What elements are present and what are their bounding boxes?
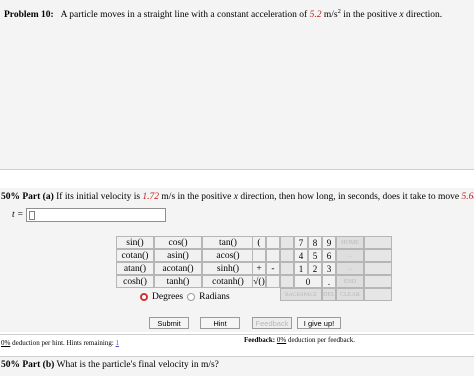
part-a-label: 50% Part (a) [1,192,54,202]
degrees-label: Degrees [152,292,184,302]
axis-label: x [399,10,404,20]
key-2[interactable]: 2 [308,262,322,275]
radians-label: Radians [199,292,230,302]
key-0[interactable]: 0 [294,275,322,288]
part-a-text3: direction, then how long, in seconds, do… [240,192,460,202]
problem-label: Problem 10: [4,10,54,20]
part-a-text1: If its initial velocity is [56,192,141,202]
left-arrow-button[interactable]: ← [336,249,364,262]
home-button[interactable]: HOME [336,236,364,249]
asin-button[interactable]: asin() [154,249,202,262]
cotan-button[interactable]: cotan() [116,249,154,262]
sqrt-button[interactable]: √() [252,275,266,288]
hints-remaining: 1 [115,339,120,347]
part-a-question: 50% Part (a) If its initial velocity is … [1,192,474,202]
close-paren-button[interactable] [266,236,280,249]
hint-button[interactable]: Hint [200,317,240,329]
angle-mode: Degrees Radians [140,292,230,302]
cursor-placeholder [29,210,35,220]
end-button[interactable]: END [336,275,364,288]
side-key-8[interactable] [266,275,280,288]
status-row: 0% deduction per hint. Hints remaining: … [0,334,474,352]
key-4[interactable]: 4 [294,249,308,262]
key-blank-spacer-3 [364,262,392,275]
key-6[interactable]: 6 [322,249,336,262]
key-decimal[interactable]: . [322,275,336,288]
feedback-label: Feedback: [244,336,276,344]
problem-text-in: in the positive [343,10,398,20]
part-a-axis: x [233,192,238,202]
part-b-question: 50% Part (b) What is the particle's fina… [1,360,219,370]
cos-button[interactable]: cos() [154,236,202,249]
plus-button[interactable]: + [252,262,266,275]
distance-value: 5.68 [461,192,474,202]
number-keypad: 7 8 9 HOME 4 5 6 ← 1 2 3 → 0 . END BACKS… [280,236,392,301]
give-up-button[interactable]: I give up! [297,317,341,329]
cosh-button[interactable]: cosh() [116,275,154,288]
part-b-text: What is the particle's final velocity in… [56,360,219,370]
right-arrow-button[interactable]: → [336,262,364,275]
key-8[interactable]: 8 [308,236,322,249]
key-blank-2[interactable] [280,249,294,262]
minus-button[interactable]: - [266,262,280,275]
key-1[interactable]: 1 [294,262,308,275]
sinh-button[interactable]: sinh() [202,262,254,275]
hint-deduction-pct: 0% [1,339,11,347]
sin-button[interactable]: sin() [116,236,154,249]
backspace-button[interactable]: BACKSPACE [280,288,322,301]
key-blank-spacer-2 [364,249,392,262]
problem-text-before: A particle moves in a straight line with… [60,10,308,20]
key-7[interactable]: 7 [294,236,308,249]
answer-label: t = [12,210,24,220]
clear-button[interactable]: CLEAR [336,288,364,301]
key-blank-1[interactable] [280,236,294,249]
key-blank-spacer-1 [364,236,392,249]
part-b-panel: 50% Part (b) What is the particle's fina… [0,356,474,376]
key-blank-3[interactable] [280,262,294,275]
key-3[interactable]: 3 [322,262,336,275]
hint-deduction-text: deduction per hint. Hints remaining: [12,339,114,347]
acos-button[interactable]: acos() [202,249,254,262]
tanh-button[interactable]: tanh() [154,275,202,288]
answer-input[interactable] [26,208,166,222]
atan-button[interactable]: atan() [116,262,154,275]
key-blank-4[interactable] [280,275,294,288]
part-b-label: 50% Part (b) [1,360,55,370]
problem-statement: Problem 10: A particle moves in a straig… [0,0,474,170]
feedback-status: Feedback: 0% deduction per feedback. [244,336,355,344]
feedback-button[interactable]: Feedback [252,317,292,329]
part-a-text2: m/s in the positive [161,192,232,202]
velocity-value: 1.72 [142,192,160,202]
cotanh-button[interactable]: cotanh() [202,275,254,288]
side-key-3[interactable] [252,249,266,262]
key-blank-spacer-4 [364,275,392,288]
feedback-deduction-text: deduction per feedback. [287,336,356,344]
answer-row: t = [12,208,166,222]
radians-radio[interactable] [187,293,196,301]
delete-button[interactable]: DEL [322,288,336,301]
hint-status: 0% deduction per hint. Hints remaining: … [1,339,119,347]
problem-text-after: direction. [406,10,443,20]
submit-button[interactable]: Submit [149,317,189,329]
feedback-deduction-pct: 0% [276,336,287,344]
acceleration-unit: m/s2 [323,8,341,20]
tan-button[interactable]: tan() [202,236,254,249]
key-5[interactable]: 5 [308,249,322,262]
degrees-radio[interactable] [140,293,148,301]
key-9[interactable]: 9 [322,236,336,249]
acceleration-value: 5.2 [309,10,322,20]
side-key-4[interactable] [266,249,280,262]
side-keys: ( + - √() [252,236,280,288]
open-paren-button[interactable]: ( [252,236,266,249]
problem-text: Problem 10: A particle moves in a straig… [4,8,442,20]
key-blank-spacer-5 [364,288,392,301]
acotan-button[interactable]: acotan() [154,262,202,275]
